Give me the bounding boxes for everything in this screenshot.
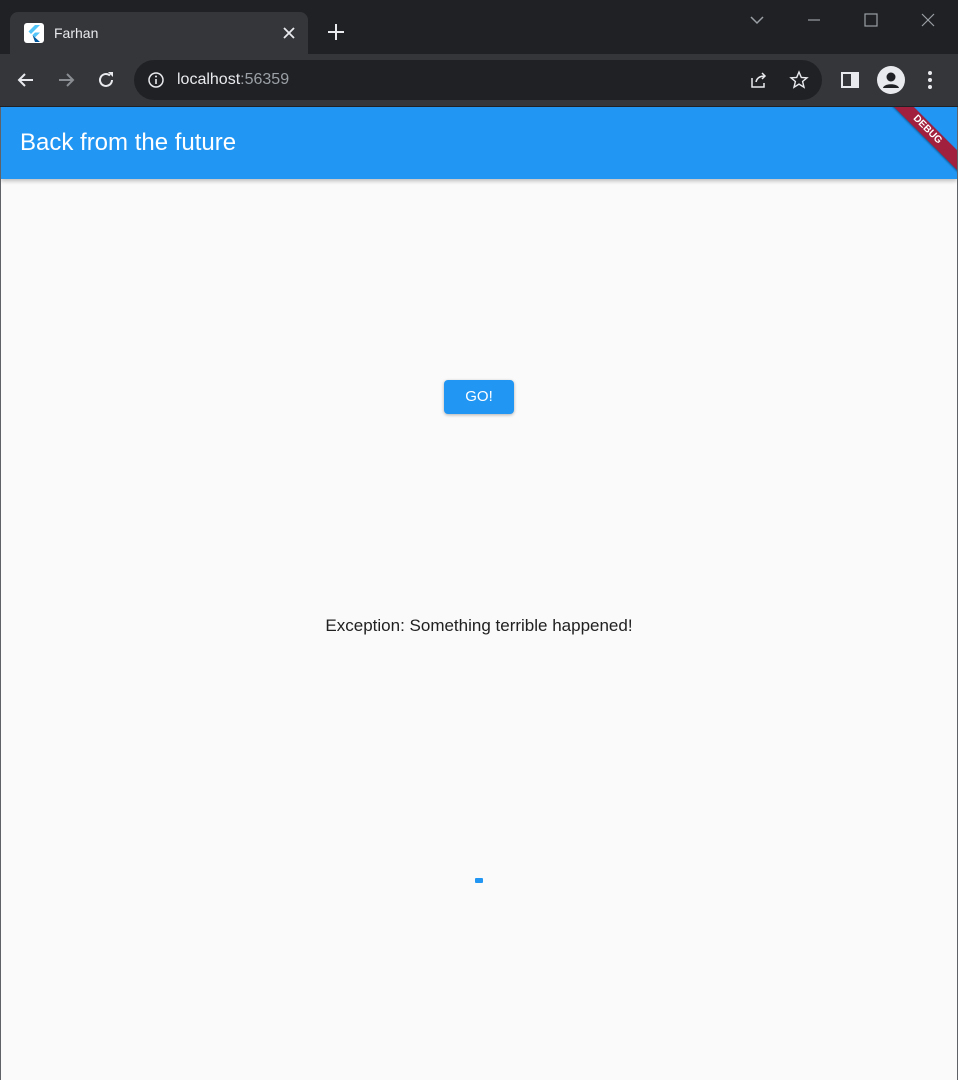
- loading-indicator: [475, 878, 483, 883]
- tab-search-icon[interactable]: [745, 8, 769, 32]
- app-bar: Back from the future: [1, 107, 957, 179]
- address-bar[interactable]: localhost:56359: [134, 60, 822, 100]
- info-icon[interactable]: [147, 71, 165, 89]
- result-text: Exception: Something terrible happened!: [325, 616, 633, 635]
- star-icon[interactable]: [789, 70, 809, 90]
- reload-icon[interactable]: [94, 68, 118, 92]
- arrow-left-icon[interactable]: [14, 68, 38, 92]
- flutter-icon: [24, 23, 44, 43]
- browser-tab[interactable]: Farhan: [10, 12, 308, 54]
- side-panel-icon[interactable]: [838, 68, 862, 92]
- kebab-menu-icon[interactable]: [918, 68, 942, 92]
- new-tab-icon[interactable]: [324, 20, 348, 44]
- window-close-icon[interactable]: [916, 8, 940, 32]
- go-button[interactable]: GO!: [444, 380, 514, 414]
- page-title: Back from the future: [20, 129, 237, 156]
- close-tab-icon[interactable]: [280, 24, 298, 42]
- url-port: :56359: [240, 71, 290, 88]
- minimize-icon[interactable]: [802, 8, 826, 32]
- browser-toolbar: localhost:56359: [0, 54, 958, 106]
- app-viewport: Back from the future DEBUG GO! Exception…: [0, 107, 958, 1080]
- profile-icon[interactable]: [877, 66, 905, 94]
- tab-strip: Farhan: [0, 0, 958, 54]
- arrow-right-icon[interactable]: [54, 68, 78, 92]
- tab-title: Farhan: [54, 25, 99, 41]
- url-host: localhost: [177, 71, 241, 88]
- url-text: localhost:56359: [177, 71, 289, 89]
- maximize-icon[interactable]: [859, 8, 883, 32]
- share-icon[interactable]: [749, 70, 769, 90]
